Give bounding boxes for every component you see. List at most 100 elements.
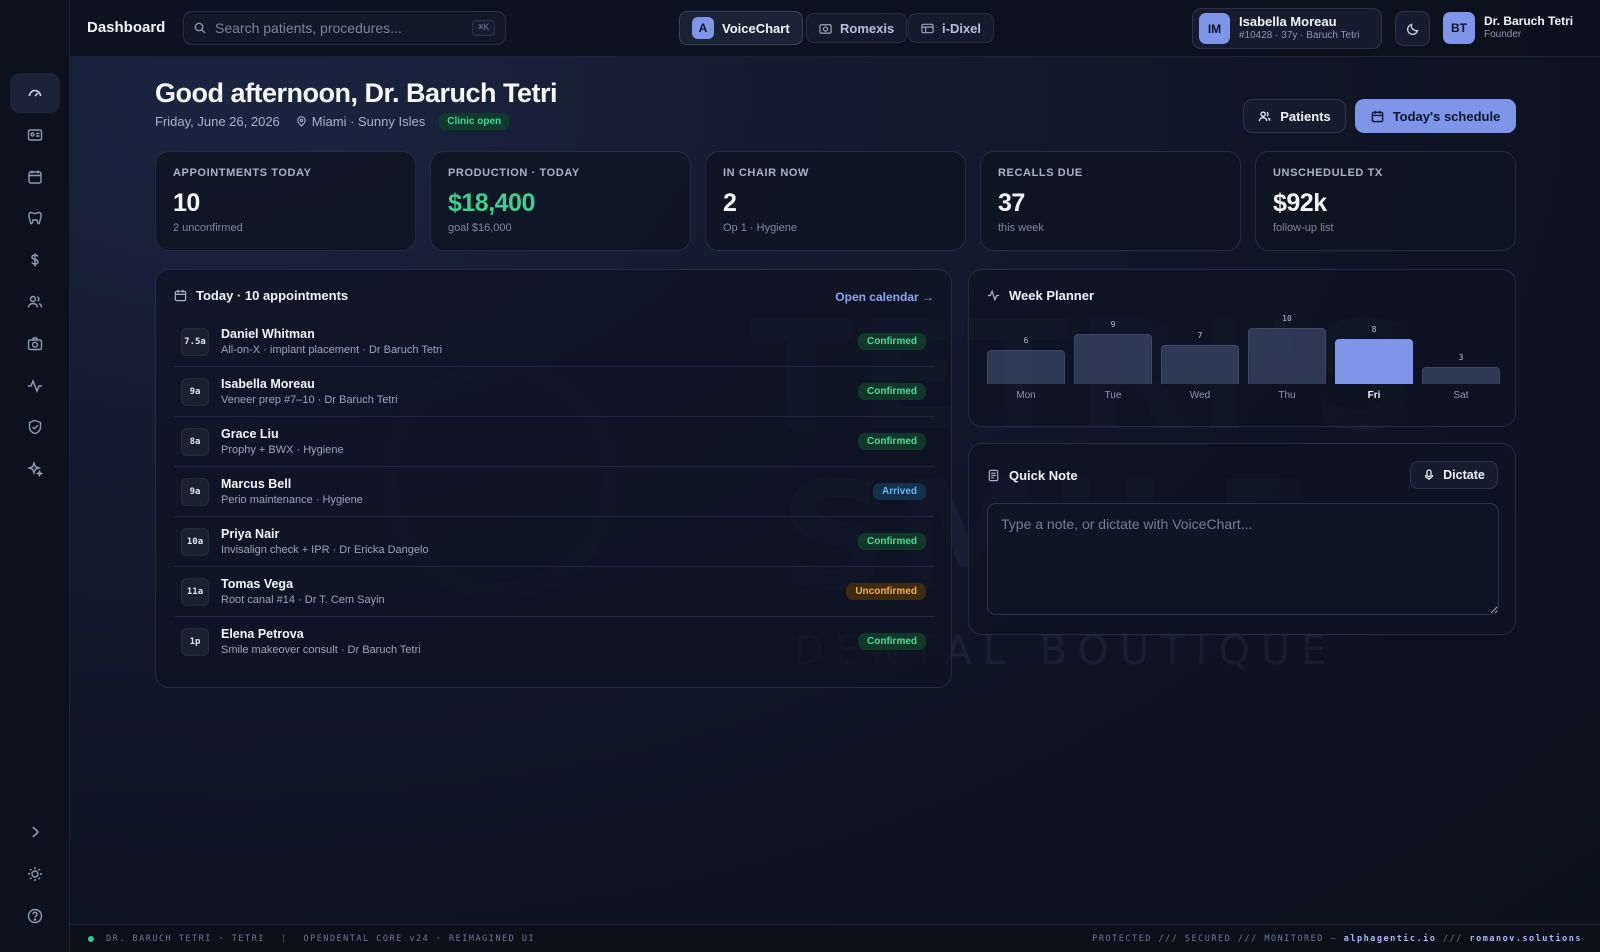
appointment-time: 11a (181, 577, 209, 606)
open-calendar-link[interactable]: Open calendar → (835, 290, 934, 304)
appointments-title: Today · 10 appointments (196, 288, 349, 303)
sidebar-item-billing[interactable] (10, 240, 60, 280)
calendar-icon (1371, 110, 1383, 122)
appointment-time: 9a (181, 477, 209, 506)
week-bar-tue[interactable] (1074, 334, 1152, 384)
shield-icon (28, 419, 42, 435)
dollar-icon (31, 253, 39, 267)
kpi-in-chair-now[interactable]: IN CHAIR NOW 2 Op 1 · Hygiene (705, 151, 966, 251)
calendar-icon (174, 289, 187, 302)
kpi-value: $92k (1273, 189, 1327, 217)
week-planner-title: Week Planner (1009, 288, 1095, 303)
quick-note-title: Quick Note (1009, 468, 1078, 483)
appointment-patient: Grace Liu (221, 426, 279, 441)
kpi-production-today[interactable]: PRODUCTION · TODAY $18,400 goal $16,000 (430, 151, 691, 251)
theme-toggle-button[interactable] (1395, 11, 1430, 46)
users-icon (27, 295, 43, 308)
image-window-icon (921, 23, 934, 33)
appointment-procedure: Root canal #14 · Dr T. Cem Sayin (221, 593, 385, 606)
appointment-row[interactable]: 9a Isabella Moreau Veneer prep #7–10 · Dr… (174, 367, 934, 417)
active-patient-card[interactable]: IM Isabella Moreau #10428 · 37y · Baruch… (1192, 8, 1382, 49)
sidebar-item-charting[interactable] (10, 198, 60, 238)
microphone-icon (1425, 469, 1434, 480)
kpi-value: 10 (173, 189, 200, 217)
patients-button[interactable]: Patients (1243, 99, 1346, 133)
week-bar-fri[interactable] (1335, 339, 1413, 384)
todays-schedule-button[interactable]: Today's schedule (1355, 99, 1516, 133)
camera-icon (27, 337, 43, 351)
search-box[interactable]: ⌘K (183, 11, 506, 45)
sidebar-help-button[interactable] (10, 896, 60, 936)
todays-schedule-label: Today's schedule (1392, 108, 1501, 124)
appointment-patient: Isabella Moreau (221, 376, 315, 391)
appointment-row[interactable]: 7.5a Daniel Whitman All-on-X · implant pl… (174, 317, 934, 367)
app-tab-idixel[interactable]: i-Dixel (908, 13, 995, 43)
sidebar-item-dashboard[interactable] (10, 73, 60, 113)
sidebar (0, 0, 70, 952)
sparkle-icon (27, 461, 43, 477)
week-bar-value: 9 (1110, 320, 1116, 329)
sidebar-item-patients-card[interactable] (10, 115, 60, 155)
id-card-icon (27, 129, 43, 141)
appointment-row[interactable]: 1p Elena Petrova Smile makeover consult ·… (174, 617, 934, 667)
activity-icon (987, 289, 1000, 302)
app-tab-voicechart[interactable]: A VoiceChart (679, 11, 803, 45)
appointment-row[interactable]: 9a Marcus Bell Perio maintenance · Hygien… (174, 467, 934, 517)
user-icon (1258, 110, 1271, 121)
status-badge: Confirmed (858, 533, 926, 550)
sun-icon (28, 867, 42, 881)
week-bar-sat[interactable] (1422, 367, 1500, 384)
appointment-patient: Priya Nair (221, 526, 280, 541)
kpi-sub: Op 1 · Hygiene (723, 222, 797, 234)
week-bar-wed[interactable] (1161, 345, 1239, 384)
appointment-row[interactable]: 10a Priya Nair Invisalign check + IPR · D… (174, 517, 934, 567)
user-menu[interactable]: BT Dr. Baruch Tetri Founder (1443, 12, 1573, 44)
dictate-button[interactable]: Dictate (1410, 461, 1498, 489)
sidebar-item-calendar[interactable] (10, 157, 60, 197)
kpi-sub: goal $16,000 (448, 222, 512, 234)
appointment-row[interactable]: 8a Grace Liu Prophy + BWX · Hygiene Confi… (174, 417, 934, 467)
week-planner-chart: 6 Mon 9 Tue 7 Wed 10 Thu 8 Fri 3 Sat (987, 314, 1500, 416)
footer-link-romanov[interactable]: romanov.solutions (1470, 934, 1583, 944)
sidebar-theme-button[interactable] (10, 854, 60, 894)
week-planner-panel: Week Planner 6 Mon 9 Tue 7 Wed 10 Thu 8 Fri 3 Sat (968, 269, 1516, 427)
sidebar-item-imaging[interactable] (10, 324, 60, 364)
appointment-procedure: Perio maintenance · Hygiene (221, 493, 363, 506)
appointment-time: 9a (181, 377, 209, 406)
sidebar-item-ai[interactable] (10, 449, 60, 489)
user-name: Dr. Baruch Tetri (1484, 14, 1574, 28)
footer-practice: DR. BARUCH TETRI · TETRI (106, 934, 265, 944)
help-icon (27, 908, 43, 924)
kpi-appointments-today[interactable]: APPOINTMENTS TODAY 10 2 unconfirmed (155, 151, 416, 251)
week-bar-thu[interactable] (1248, 328, 1326, 384)
footer-link-alphagentic[interactable]: alphagentic.io (1344, 934, 1437, 944)
appointment-time: 10a (181, 527, 209, 556)
sidebar-item-security[interactable] (10, 407, 60, 447)
sidebar-item-activity[interactable] (10, 366, 60, 406)
week-day-label: Mon (1016, 390, 1036, 401)
status-dot (88, 936, 94, 942)
sidebar-item-team[interactable] (10, 282, 60, 322)
kpi-sub: follow-up list (1273, 222, 1334, 234)
search-input[interactable] (215, 20, 473, 36)
appointment-time: 7.5a (181, 327, 209, 356)
user-role: Founder (1484, 29, 1522, 40)
week-day-label: Thu (1278, 390, 1296, 401)
kpi-label: RECALLS DUE (998, 167, 1083, 179)
appointment-row[interactable]: 11a Tomas Vega Root canal #14 · Dr T. Cem… (174, 567, 934, 617)
kpi-value: 37 (998, 189, 1025, 217)
status-footer: DR. BARUCH TETRI · TETRI | OPENDENTAL CO… (70, 924, 1600, 952)
appointment-time: 8a (181, 427, 209, 456)
kpi-recalls-due[interactable]: RECALLS DUE 37 this week (980, 151, 1241, 251)
appointment-procedure: All-on-X · implant placement · Dr Baruch… (221, 343, 443, 356)
footer-divider: | (280, 934, 288, 944)
app-tab-romexis[interactable]: Romexis (806, 13, 908, 43)
quick-note-textarea[interactable] (987, 503, 1499, 615)
sidebar-expand-button[interactable] (10, 812, 60, 852)
quick-note-panel: Quick Note Dictate (968, 443, 1516, 635)
kpi-unscheduled-tx[interactable]: UNSCHEDULED TX $92k follow-up list (1255, 151, 1516, 251)
patient-name: Isabella Moreau (1239, 13, 1337, 29)
week-bar-mon[interactable] (987, 350, 1065, 384)
voicechart-icon: A (692, 17, 714, 39)
app-tab-label: i-Dixel (942, 20, 982, 36)
